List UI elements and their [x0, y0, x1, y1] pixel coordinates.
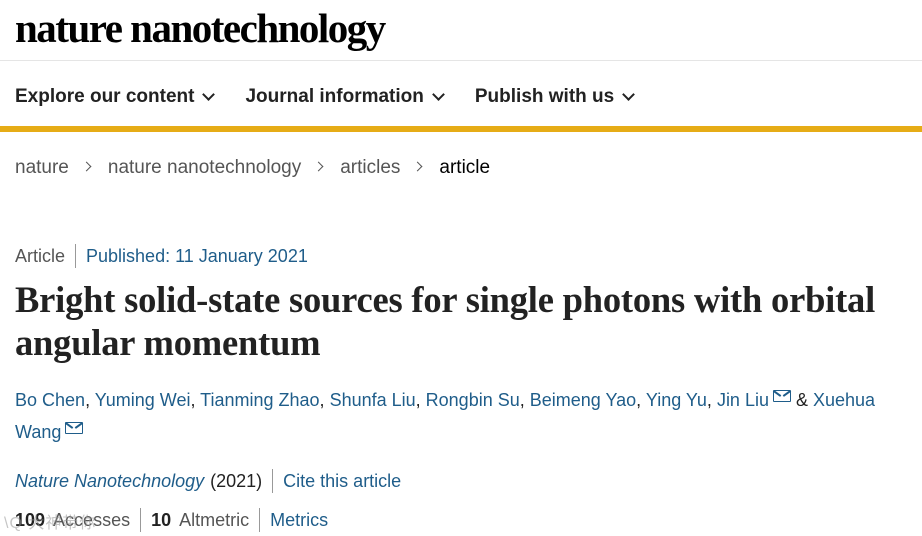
author-list: Bo Chen, Yuming Wei, Tianming Zhao, Shun…	[15, 384, 915, 448]
nav-publish-with-us[interactable]: Publish with us	[474, 86, 636, 108]
chevron-right-icon	[313, 161, 324, 171]
published-date: Published: 11 January 2021	[86, 245, 308, 266]
author-link[interactable]: Yuming Wei	[95, 390, 191, 410]
author-link[interactable]: Shunfa Liu	[330, 390, 416, 410]
author-link[interactable]: Jin Liu	[717, 390, 769, 410]
citation-line: Nature Nanotechnology (2021) Cite this a…	[15, 469, 401, 493]
author-separator: ,	[415, 390, 426, 410]
mail-icon[interactable]	[65, 422, 84, 434]
metrics-link[interactable]: Metrics	[270, 510, 328, 531]
author-link[interactable]: Tianming Zhao	[200, 390, 319, 410]
breadcrumb-current: article	[439, 157, 491, 178]
nav-label: Journal information	[245, 86, 424, 107]
cite-this-article-link[interactable]: Cite this article	[283, 471, 401, 492]
author-separator: ,	[706, 390, 717, 410]
author-link[interactable]: Beimeng Yao	[530, 390, 636, 410]
altmetric-count: 10	[151, 509, 172, 530]
article-meta: Article Published: 11 January 2021	[15, 244, 308, 268]
author-separator: ,	[190, 390, 201, 410]
mail-icon[interactable]	[772, 390, 791, 402]
nav-label: Explore our content	[15, 86, 195, 107]
watermark: \Q 大神带你	[4, 515, 97, 532]
site-header: nature nanotechnology	[15, 4, 386, 54]
breadcrumb-articles[interactable]: articles	[340, 157, 400, 179]
divider	[259, 508, 261, 532]
nav-explore-our-content[interactable]: Explore our content	[15, 86, 216, 108]
chevron-down-icon	[622, 87, 636, 101]
author-separator: ,	[319, 390, 330, 410]
divider	[272, 469, 274, 493]
breadcrumb-journal[interactable]: nature nanotechnology	[108, 157, 301, 179]
author-separator: ,	[85, 390, 95, 410]
header-divider	[0, 60, 922, 61]
nav-label: Publish with us	[474, 86, 615, 107]
chevron-down-icon	[202, 87, 216, 101]
article-title: Bright solid-state sources for single ph…	[15, 279, 876, 363]
breadcrumb: nature nature nanotechnology articles ar…	[15, 157, 490, 179]
journal-name-link[interactable]: Nature Nanotechnology	[15, 471, 204, 492]
chevron-right-icon	[412, 161, 423, 171]
nav-journal-information[interactable]: Journal information	[245, 86, 445, 108]
author-link[interactable]: Bo Chen	[15, 390, 85, 410]
journal-logo[interactable]: nature nanotechnology	[15, 4, 386, 52]
main-nav: Explore our content Journal information …	[15, 82, 665, 112]
divider	[140, 508, 142, 532]
article-type: Article	[15, 245, 66, 266]
author-link[interactable]: Ying Yu	[646, 390, 707, 410]
chevron-down-icon	[432, 87, 445, 101]
accent-bar	[0, 126, 922, 132]
publication-year: (2021)	[210, 470, 263, 491]
author-separator: ,	[636, 390, 646, 410]
chevron-right-icon	[81, 161, 92, 171]
altmetric-label: Altmetric	[179, 509, 250, 530]
author-and: &	[790, 390, 813, 410]
author-separator: ,	[519, 390, 530, 410]
breadcrumb-nature[interactable]: nature	[15, 157, 69, 179]
divider	[75, 244, 77, 268]
author-link[interactable]: Rongbin Su	[426, 390, 520, 410]
